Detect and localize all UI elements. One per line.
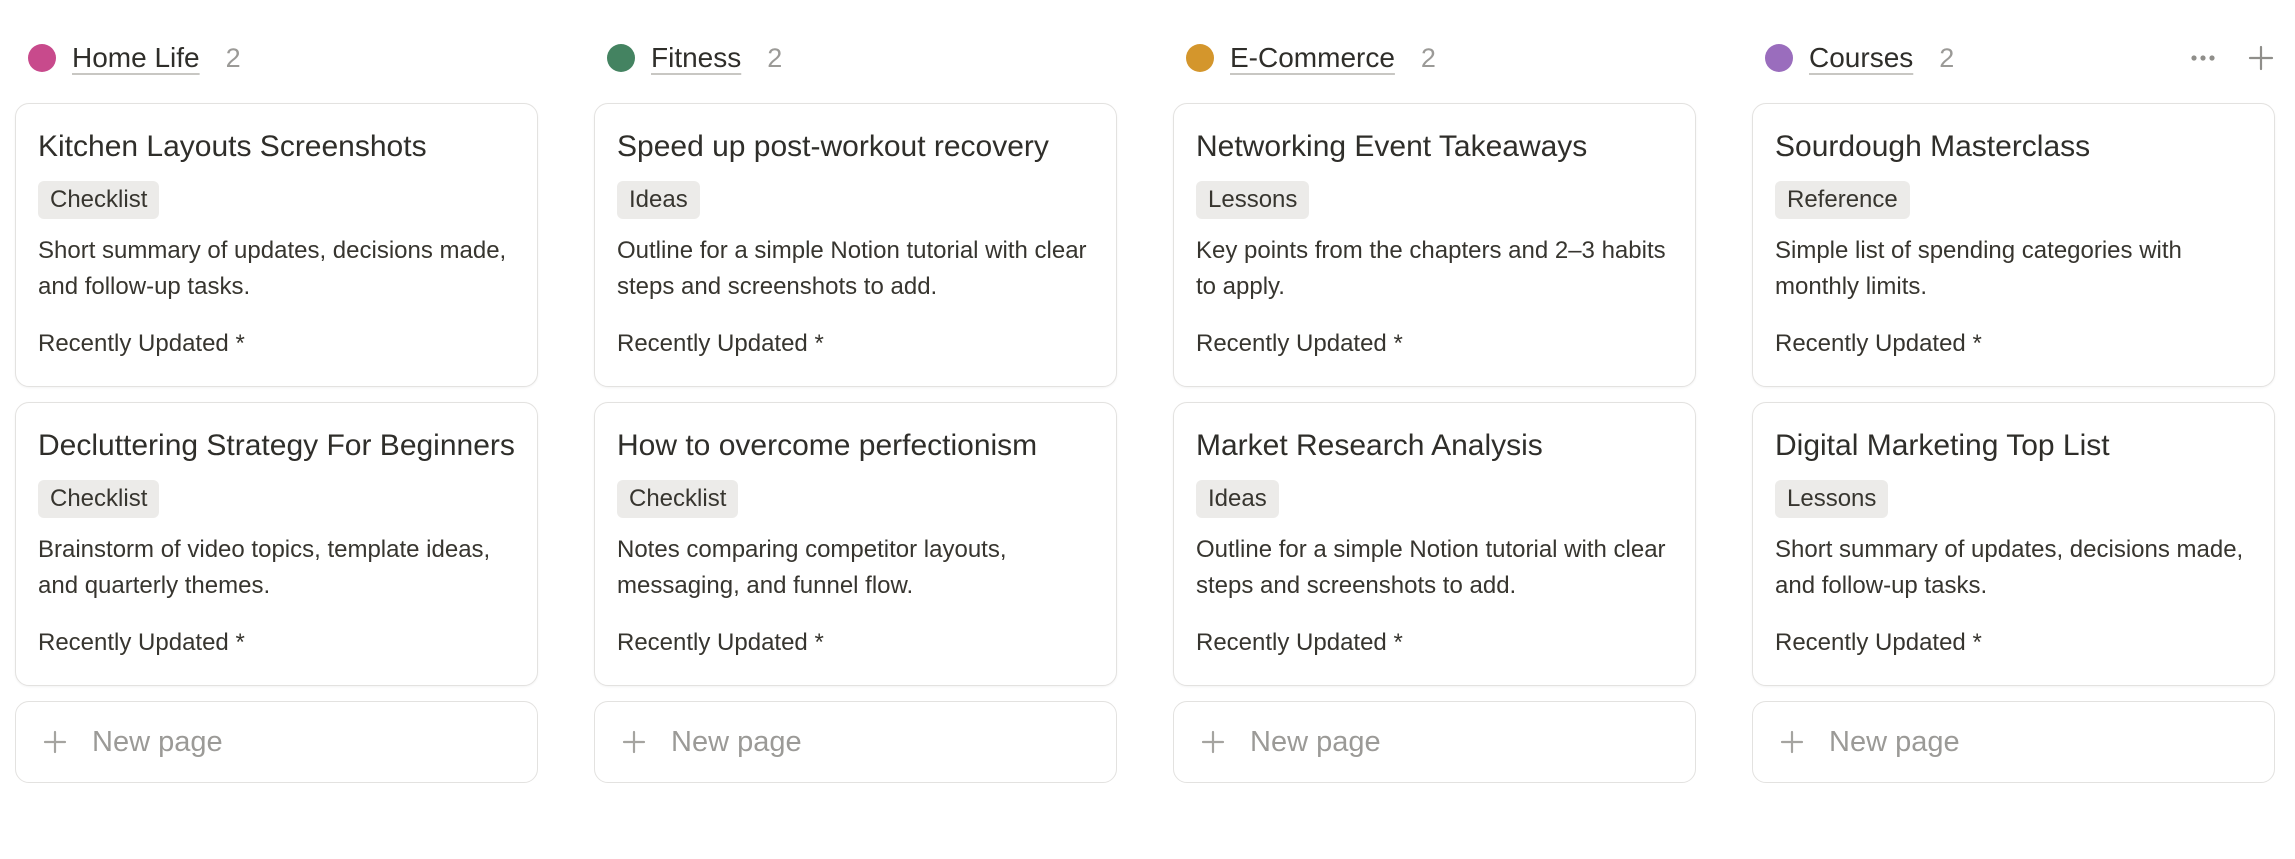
board-card[interactable]: Speed up post-workout recovery Ideas Out… [594, 103, 1117, 387]
group-title[interactable]: Courses [1809, 42, 1913, 74]
card-description: Key points from the chapters and 2–3 hab… [1196, 237, 1666, 300]
plus-icon [622, 730, 646, 754]
group-count: 2 [767, 42, 783, 73]
board-column-e-commerce: E-Commerce 2 Networking Event Takeaways … [1173, 28, 1698, 783]
new-page-label: New page [1250, 725, 1381, 758]
board-column-home-life: Home Life 2 Kitchen Layouts Screenshots … [15, 28, 540, 783]
card-title: Digital Marketing Top List [1775, 429, 2110, 462]
card-tag: Ideas [1196, 480, 1279, 518]
new-page-button[interactable]: New page [1752, 701, 2275, 783]
card-title: Speed up post-workout recovery [617, 130, 1049, 163]
card-tag: Lessons [1196, 181, 1310, 219]
card-description: Outline for a simple Notion tutorial wit… [1196, 536, 1666, 599]
group-title[interactable]: Home Life [72, 42, 200, 74]
card-description: Simple list of spending categories with … [1775, 237, 2182, 300]
card-title: Kitchen Layouts Screenshots [38, 130, 427, 163]
group-color-dot [1186, 44, 1214, 72]
card-tag: Checklist [38, 181, 160, 219]
card-title: Networking Event Takeaways [1196, 130, 1588, 163]
card-title: Sourdough Masterclass [1775, 130, 2091, 163]
new-page-label: New page [1829, 725, 1960, 758]
card-meta: Recently Updated * [617, 330, 824, 357]
board-card[interactable]: Kitchen Layouts Screenshots Checklist Sh… [15, 103, 538, 387]
column-header-actions [2187, 28, 2277, 88]
card-tag: Ideas [617, 181, 700, 219]
board-card[interactable]: Market Research Analysis Ideas Outline f… [1173, 402, 1696, 686]
card-title: Market Research Analysis [1196, 429, 1543, 462]
card-title: Decluttering Strategy For Beginners [38, 429, 515, 462]
card-description: Short summary of updates, decisions made… [38, 237, 507, 300]
card-meta: Recently Updated * [38, 629, 245, 656]
group-color-dot [1765, 44, 1793, 72]
card-tag: Checklist [617, 480, 739, 518]
card-meta: Recently Updated * [1775, 330, 1982, 357]
plus-icon [43, 730, 67, 754]
plus-icon [1201, 730, 1225, 754]
card-tag: Lessons [1775, 480, 1889, 518]
card-tag: Checklist [38, 480, 160, 518]
group-title[interactable]: E-Commerce [1230, 42, 1395, 74]
card-description: Outline for a simple Notion tutorial wit… [617, 237, 1087, 300]
board-column-courses: Courses 2 Sourdough Masterclass Referenc… [1752, 28, 2277, 783]
card-description: Short summary of updates, decisions made… [1775, 536, 2244, 599]
card-meta: Recently Updated * [38, 330, 245, 357]
column-header: Courses 2 [1752, 28, 2277, 88]
board-card[interactable]: Decluttering Strategy For Beginners Chec… [15, 402, 538, 686]
board-column-fitness: Fitness 2 Speed up post-workout recovery… [594, 28, 1119, 783]
column-header: E-Commerce 2 [1173, 28, 1698, 88]
board-card[interactable]: Sourdough Masterclass Reference Simple l… [1752, 103, 2275, 387]
board-card[interactable]: Digital Marketing Top List Lessons Short… [1752, 402, 2275, 686]
card-meta: Recently Updated * [1196, 629, 1403, 656]
group-count: 2 [225, 42, 241, 73]
new-page-label: New page [671, 725, 802, 758]
card-meta: Recently Updated * [1196, 330, 1403, 357]
card-title: How to overcome perfectionism [617, 429, 1038, 462]
board-card[interactable]: Networking Event Takeaways Lessons Key p… [1173, 103, 1696, 387]
column-header: Fitness 2 [594, 28, 1119, 88]
group-count: 2 [1420, 42, 1436, 73]
plus-icon [1780, 730, 1804, 754]
more-horizontal-icon[interactable] [2187, 42, 2219, 74]
board-view: Home Life 2 Kitchen Layouts Screenshots … [15, 28, 2277, 783]
column-header: Home Life 2 [15, 28, 540, 88]
group-color-dot [607, 44, 635, 72]
new-page-button[interactable]: New page [15, 701, 538, 783]
plus-icon[interactable] [2245, 42, 2277, 74]
group-title[interactable]: Fitness [651, 42, 741, 74]
card-description: Notes comparing competitor layouts, mess… [617, 536, 1007, 599]
board-card[interactable]: How to overcome perfectionism Checklist … [594, 402, 1117, 686]
card-tag: Reference [1775, 181, 1910, 219]
card-meta: Recently Updated * [617, 629, 824, 656]
card-meta: Recently Updated * [1775, 629, 1982, 656]
new-page-label: New page [92, 725, 223, 758]
group-count: 2 [1939, 42, 1955, 73]
new-page-button[interactable]: New page [1173, 701, 1696, 783]
group-color-dot [28, 44, 56, 72]
new-page-button[interactable]: New page [594, 701, 1117, 783]
card-description: Brainstorm of video topics, template ide… [38, 536, 491, 599]
